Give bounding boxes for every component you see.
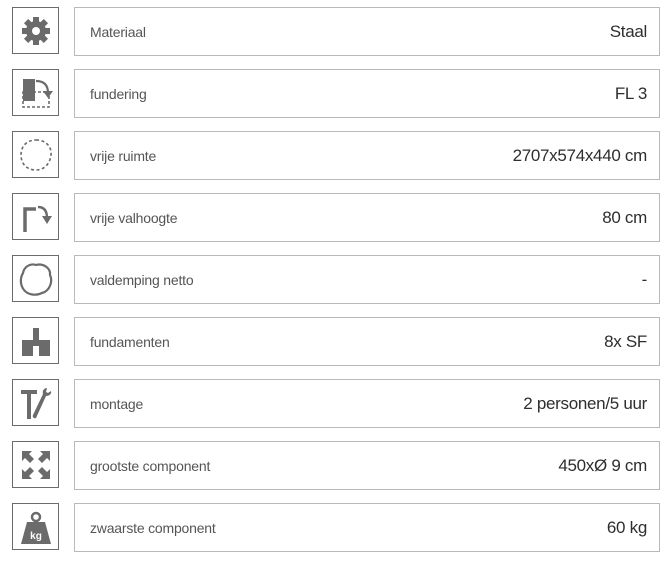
spec-value: Staal <box>609 21 648 41</box>
weight-icon: kg <box>12 503 59 550</box>
spec-value: 8x SF <box>604 331 647 351</box>
spec-label: valdemping netto <box>90 271 194 288</box>
spec-label: vrije ruimte <box>90 147 157 164</box>
spec-value-box: grootste component 450xØ 9 cm <box>74 441 660 490</box>
spec-list: Materiaal Staal fundering FL 3 vrije rui… <box>8 7 660 565</box>
impact-damping-icon <box>12 255 59 302</box>
weight-icon-label: kg <box>30 531 42 542</box>
foundations-icon <box>12 317 59 364</box>
foundation-icon <box>12 69 59 116</box>
spec-value: FL 3 <box>614 83 647 103</box>
spec-row-free-space: vrije ruimte 2707x574x440 cm <box>8 131 660 180</box>
spec-label: zwaarste component <box>90 519 216 536</box>
spec-value-box: fundering FL 3 <box>74 69 660 118</box>
tools-icon <box>12 379 59 426</box>
spec-value: 60 kg <box>606 517 647 537</box>
spec-row-foundation: fundering FL 3 <box>8 69 660 118</box>
spec-value-box: zwaarste component 60 kg <box>74 503 660 552</box>
expand-arrows-icon <box>12 441 59 488</box>
spec-value-box: vrije ruimte 2707x574x440 cm <box>74 131 660 180</box>
gear-icon <box>12 7 59 54</box>
spec-value-box: fundamenten 8x SF <box>74 317 660 366</box>
spec-value-box: valdemping netto - <box>74 255 660 304</box>
spec-label: montage <box>90 395 144 412</box>
spec-value-box: vrije valhoogte 80 cm <box>74 193 660 242</box>
spec-value: - <box>641 269 648 289</box>
fall-height-icon <box>12 193 59 240</box>
spec-row-heaviest-component: kg zwaarste component 60 kg <box>8 503 660 552</box>
spec-label: grootste component <box>90 457 211 474</box>
spec-label: fundering <box>90 85 147 102</box>
free-space-icon <box>12 131 59 178</box>
spec-value: 450xØ 9 cm <box>558 455 647 475</box>
spec-row-assembly: montage 2 personen/5 uur <box>8 379 660 428</box>
spec-row-largest-component: grootste component 450xØ 9 cm <box>8 441 660 490</box>
spec-row-material: Materiaal Staal <box>8 7 660 56</box>
spec-label: fundamenten <box>90 333 170 350</box>
spec-row-foundations: fundamenten 8x SF <box>8 317 660 366</box>
spec-row-impact-damping: valdemping netto - <box>8 255 660 304</box>
spec-value-box: montage 2 personen/5 uur <box>74 379 660 428</box>
spec-value: 2707x574x440 cm <box>512 145 648 165</box>
spec-label: vrije valhoogte <box>90 209 178 226</box>
spec-value: 80 cm <box>602 207 647 227</box>
spec-value-box: Materiaal Staal <box>74 7 660 56</box>
spec-row-fall-height: vrije valhoogte 80 cm <box>8 193 660 242</box>
spec-value: 2 personen/5 uur <box>523 393 647 413</box>
spec-label: Materiaal <box>90 23 146 40</box>
